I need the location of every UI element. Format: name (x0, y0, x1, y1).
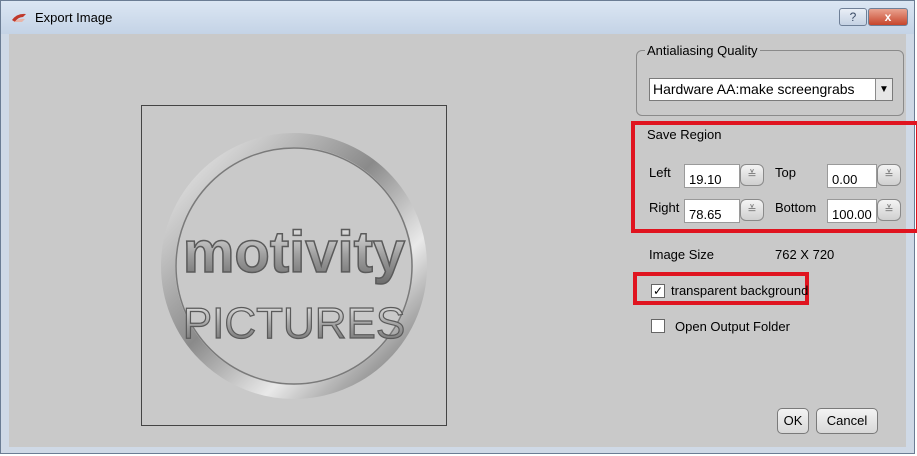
image-preview: motivity PICTURES (141, 105, 447, 426)
title-bar[interactable]: Export Image ? x (1, 1, 914, 34)
logo-text-top: motivity (183, 220, 405, 285)
chevron-down-icon[interactable]: ▼ (875, 79, 892, 100)
help-button[interactable]: ? (839, 8, 867, 26)
close-button[interactable]: x (868, 8, 908, 26)
left-field[interactable]: 19.10 (684, 164, 740, 188)
image-size-label: Image Size (649, 247, 715, 262)
antialiasing-select[interactable]: Hardware AA:make screengrabs ▼ (649, 78, 893, 101)
bottom-label: Bottom (775, 200, 817, 215)
ok-button[interactable]: OK (777, 408, 809, 434)
export-image-dialog: Export Image ? x motivity PICTURES Antia… (0, 0, 917, 454)
right-label: Right (649, 200, 680, 215)
save-region-label: Save Region (647, 127, 722, 142)
transparent-label[interactable]: transparent background (671, 283, 808, 298)
preview-image: motivity PICTURES (161, 133, 427, 399)
double-chevron-down-icon: ≚ (747, 204, 757, 216)
top-label: Top (775, 165, 796, 180)
antialiasing-selected-value: Hardware AA:make screengrabs (653, 81, 855, 97)
logo-text-bottom: PICTURES (183, 299, 405, 348)
double-chevron-down-icon: ≚ (747, 169, 757, 181)
double-chevron-down-icon: ≚ (884, 204, 894, 216)
left-label: Left (649, 165, 671, 180)
bottom-spinner[interactable]: ≚ (877, 199, 901, 221)
right-field[interactable]: 78.65 (684, 199, 740, 223)
dialog-body: motivity PICTURES Antialiasing Quality H… (9, 34, 917, 447)
antialiasing-label: Antialiasing Quality (645, 43, 760, 58)
open-folder-label[interactable]: Open Output Folder (675, 319, 790, 334)
top-field[interactable]: 0.00 (827, 164, 877, 188)
image-size-value: 762 X 720 (775, 247, 835, 262)
export-image-icon (12, 13, 26, 22)
top-spinner[interactable]: ≚ (877, 164, 901, 186)
transparent-checkbox[interactable]: ✓ (651, 284, 665, 298)
cancel-button[interactable]: Cancel (816, 408, 878, 434)
left-spinner[interactable]: ≚ (740, 164, 764, 186)
right-spinner[interactable]: ≚ (740, 199, 764, 221)
double-chevron-down-icon: ≚ (884, 169, 894, 181)
checkmark-icon: ✓ (652, 284, 664, 298)
window-title: Export Image (35, 10, 113, 25)
bottom-field[interactable]: 100.00 (827, 199, 877, 223)
open-folder-checkbox[interactable] (651, 319, 665, 333)
